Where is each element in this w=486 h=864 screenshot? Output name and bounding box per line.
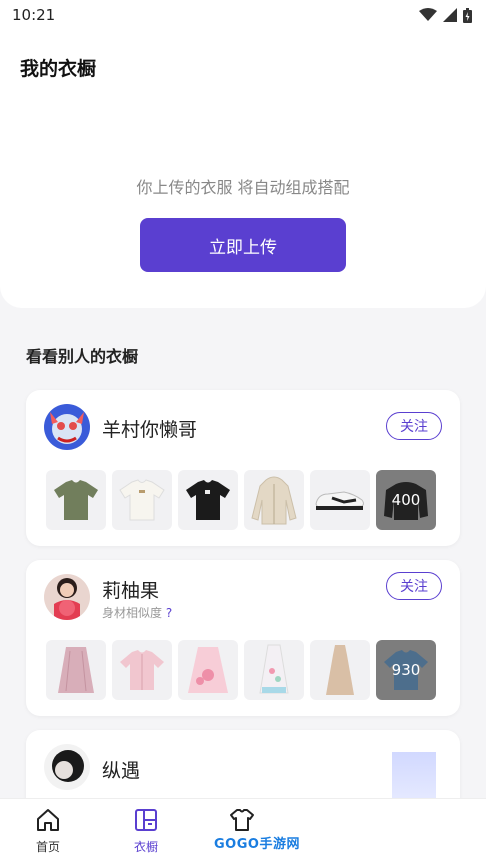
clothing-thumbnail[interactable] xyxy=(244,640,304,700)
nav-label: 衣橱 xyxy=(133,840,158,854)
clothing-thumbnail[interactable] xyxy=(178,640,238,700)
similarity-text: 身材相似度 xyxy=(102,606,163,620)
clothing-thumbnail[interactable] xyxy=(46,640,106,700)
wardrobe-icon xyxy=(135,809,157,831)
user-card[interactable]: 莉柚果 身材相似度 ? 关注 930 xyxy=(26,560,460,716)
my-wardrobe-card: 我的衣橱 你上传的衣服 将自动组成搭配 立即上传 xyxy=(0,30,486,308)
help-icon[interactable]: ? xyxy=(166,606,172,620)
clothing-thumbnail[interactable] xyxy=(46,470,106,530)
home-icon xyxy=(37,809,59,831)
clothing-thumbnail[interactable] xyxy=(310,640,370,700)
user-name: 莉柚果 xyxy=(102,580,160,602)
status-icons xyxy=(419,7,472,23)
empty-hint: 你上传的衣服 将自动组成搭配 xyxy=(136,178,350,197)
watermark: GOGO手游网 xyxy=(214,837,300,852)
nav-item-closet[interactable] xyxy=(212,807,272,836)
body-similarity-label[interactable]: 身材相似度 ? xyxy=(102,604,172,621)
status-time: 10:21 xyxy=(12,6,56,24)
clothing-thumbnail[interactable] xyxy=(310,470,370,530)
avatar[interactable] xyxy=(44,744,90,790)
wardrobe-thumbnails: 400 xyxy=(46,470,436,530)
status-bar: 10:21 xyxy=(0,0,486,30)
avatar[interactable] xyxy=(44,404,90,450)
clothing-thumbnail[interactable] xyxy=(112,470,172,530)
clothing-thumbnail[interactable] xyxy=(112,640,172,700)
page-title: 我的衣橱 xyxy=(20,58,97,80)
nav-label: 首页 xyxy=(35,840,60,854)
user-name: 羊村你懒哥 xyxy=(102,419,198,441)
battery-icon xyxy=(463,7,472,23)
section-title: 看看别人的衣橱 xyxy=(26,347,139,366)
nav-item-home[interactable]: 首页 xyxy=(18,807,78,855)
follow-button[interactable]: 关注 xyxy=(386,572,442,600)
shirt-icon xyxy=(230,809,254,831)
follow-button[interactable]: 关注 xyxy=(386,412,442,440)
nav-item-wardrobe[interactable]: 衣橱 xyxy=(116,807,176,855)
user-card[interactable]: 羊村你懒哥 关注 400 xyxy=(26,390,460,546)
more-count: 400 xyxy=(391,491,421,509)
more-count: 930 xyxy=(391,661,421,679)
bottom-nav: 首页 衣橱 GOGO手游网 xyxy=(0,798,486,864)
more-items-tile[interactable]: 930 xyxy=(376,640,436,700)
upload-button[interactable]: 立即上传 xyxy=(140,218,346,272)
wardrobe-thumbnails: 930 xyxy=(46,640,436,700)
more-items-tile[interactable]: 400 xyxy=(376,470,436,530)
signal-icon xyxy=(443,8,457,22)
clothing-thumbnail[interactable] xyxy=(244,470,304,530)
user-name: 纵遇 xyxy=(102,760,141,782)
clothing-thumbnail[interactable] xyxy=(178,470,238,530)
wifi-icon xyxy=(419,8,437,21)
avatar[interactable] xyxy=(44,574,90,620)
